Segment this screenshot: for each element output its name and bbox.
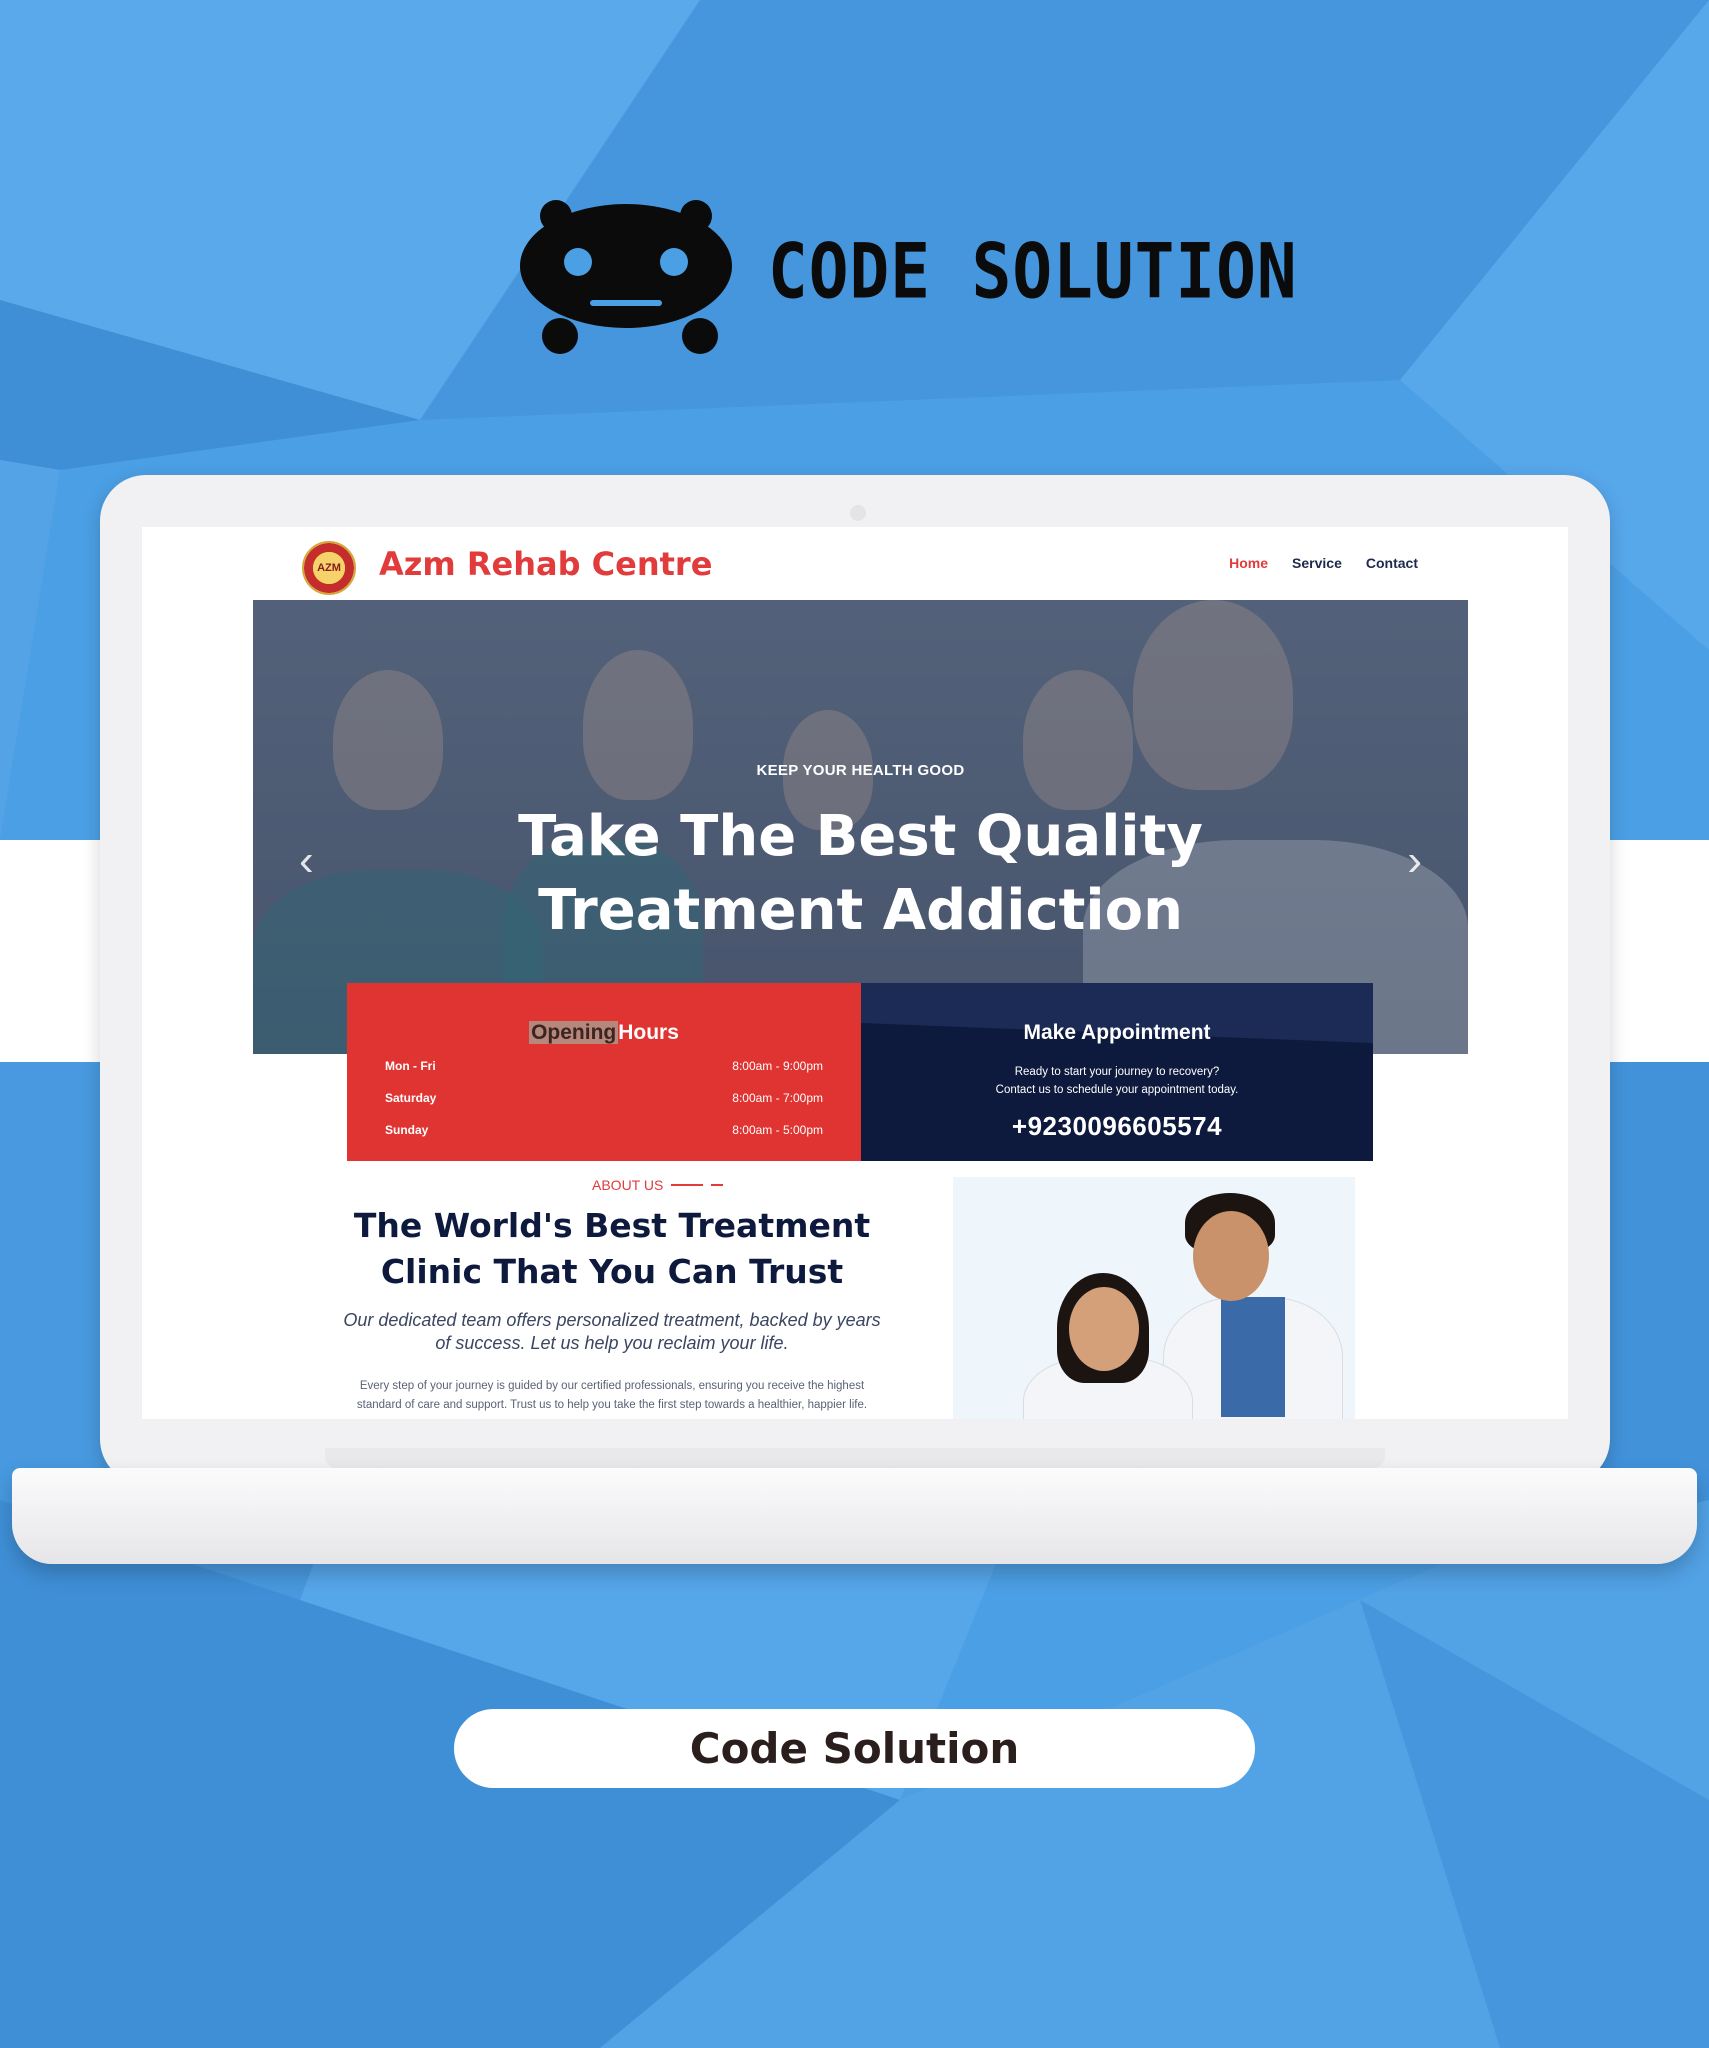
appointment-text: Ready to start your journey to recovery?…	[861, 1063, 1373, 1099]
brand-header: CODE SOLUTION	[520, 188, 1298, 354]
chevron-right-icon[interactable]: ›	[1407, 836, 1422, 886]
hours-day: Mon - Fri	[385, 1059, 436, 1073]
hours-day: Saturday	[385, 1091, 437, 1105]
opening-hours-title: OpeningHours	[347, 1021, 861, 1045]
hours-time: 8:00am - 9:00pm	[732, 1059, 823, 1073]
hours-time: 8:00am - 5:00pm	[732, 1123, 823, 1137]
opening-hours-title-rest: Hours	[618, 1021, 679, 1044]
hours-row: Mon - Fri 8:00am - 9:00pm	[385, 1059, 823, 1073]
doctors-image	[953, 1177, 1355, 1419]
nav-item-home[interactable]: Home	[1229, 555, 1268, 571]
about-label-text: ABOUT US	[592, 1177, 664, 1193]
doctor-figure	[1069, 1287, 1139, 1371]
opening-hours-card: OpeningHours Mon - Fri 8:00am - 9:00pm S…	[347, 983, 861, 1161]
robot-mascot-icon	[520, 200, 732, 354]
appointment-text-line: Ready to start your journey to recovery?	[1014, 1066, 1220, 1078]
nav-links: Home Service Contact	[1229, 555, 1418, 571]
laptop-hinge	[325, 1448, 1385, 1468]
about-title-line: Clinic That You Can Trust	[380, 1252, 844, 1291]
about-body-line: Every step of your journey is guided by …	[359, 1380, 865, 1392]
opening-hours-title-highlight: Opening	[529, 1021, 619, 1044]
about-title-line: The World's Best Treatment	[353, 1206, 871, 1245]
doctor-figure	[1221, 1297, 1285, 1417]
appointment-card: Make Appointment Ready to start your jou…	[861, 983, 1373, 1161]
brand-name: CODE SOLUTION	[768, 226, 1298, 316]
hero-title: Take The Best Quality Treatment Addictio…	[253, 800, 1468, 948]
hero-title-line: Take The Best Quality	[518, 804, 1203, 869]
nav-item-contact[interactable]: Contact	[1366, 555, 1418, 571]
camera-icon	[850, 505, 866, 521]
hours-row: Saturday 8:00am - 7:00pm	[385, 1091, 823, 1105]
hours-day: Sunday	[385, 1123, 429, 1137]
logo-text: AZM	[317, 562, 341, 574]
about-label: ABOUT US	[592, 1177, 724, 1193]
hours-time: 8:00am - 7:00pm	[732, 1091, 823, 1105]
about-lead-line: Our dedicated team offers personalized t…	[343, 1310, 881, 1330]
hours-row: Sunday 8:00am - 5:00pm	[385, 1123, 823, 1137]
appointment-title: Make Appointment	[1023, 1021, 1211, 1044]
about-lead-line: of success. Let us help you reclaim your…	[435, 1333, 789, 1353]
site-navbar: AZM Azm Rehab Centre Home Service Contac…	[142, 527, 1568, 599]
about-body-line: standard of care and support. Trust us t…	[356, 1399, 868, 1411]
laptop-base	[12, 1468, 1697, 1564]
chevron-left-icon[interactable]: ‹	[299, 836, 314, 886]
about-label-line	[671, 1184, 704, 1186]
site-name[interactable]: Azm Rehab Centre	[379, 545, 712, 583]
about-body: Every step of your journey is guided by …	[322, 1377, 902, 1415]
hero-subtitle: KEEP YOUR HEALTH GOOD	[756, 762, 965, 779]
footer-pill[interactable]: Code Solution	[454, 1709, 1255, 1788]
about-lead: Our dedicated team offers personalized t…	[322, 1309, 902, 1355]
nav-item-service[interactable]: Service	[1292, 555, 1342, 571]
about-label-dash	[711, 1184, 724, 1186]
appointment-text-line: Contact us to schedule your appointment …	[995, 1084, 1239, 1096]
doctor-figure	[1193, 1211, 1269, 1301]
site-logo[interactable]: AZM	[302, 541, 356, 595]
about-title: The World's Best Treatment Clinic That Y…	[322, 1203, 902, 1295]
website-screen: AZM Azm Rehab Centre Home Service Contac…	[142, 527, 1568, 1419]
hero-title-line: Treatment Addiction	[538, 878, 1183, 943]
appointment-phone[interactable]: +9230096605574	[861, 1111, 1373, 1142]
